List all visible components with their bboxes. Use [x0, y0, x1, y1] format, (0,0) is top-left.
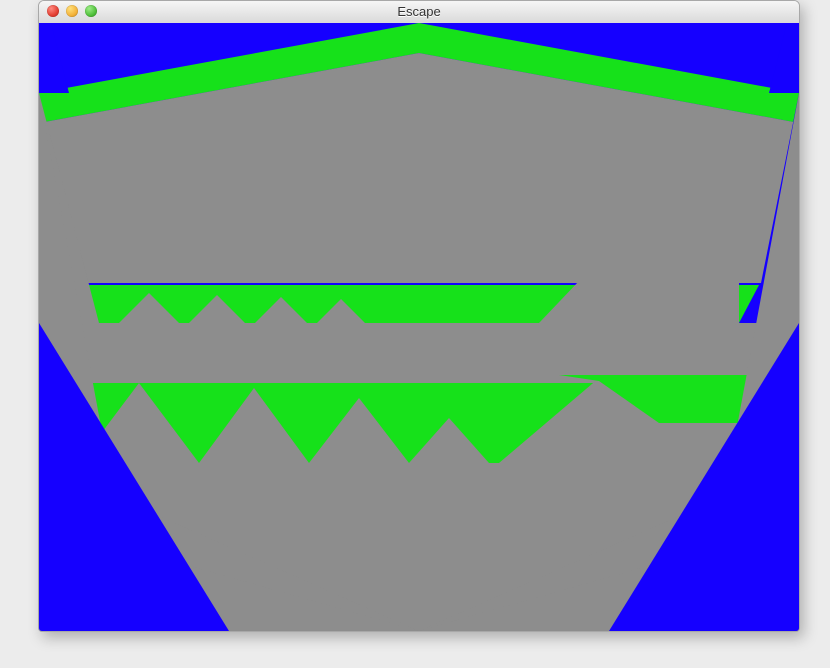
- scene-canvas: [39, 23, 799, 631]
- game-viewport[interactable]: [39, 23, 799, 631]
- titlebar[interactable]: Escape: [39, 1, 799, 24]
- app-window: Escape: [38, 0, 800, 632]
- window-title: Escape: [39, 1, 799, 23]
- mid-wall: [59, 323, 779, 383]
